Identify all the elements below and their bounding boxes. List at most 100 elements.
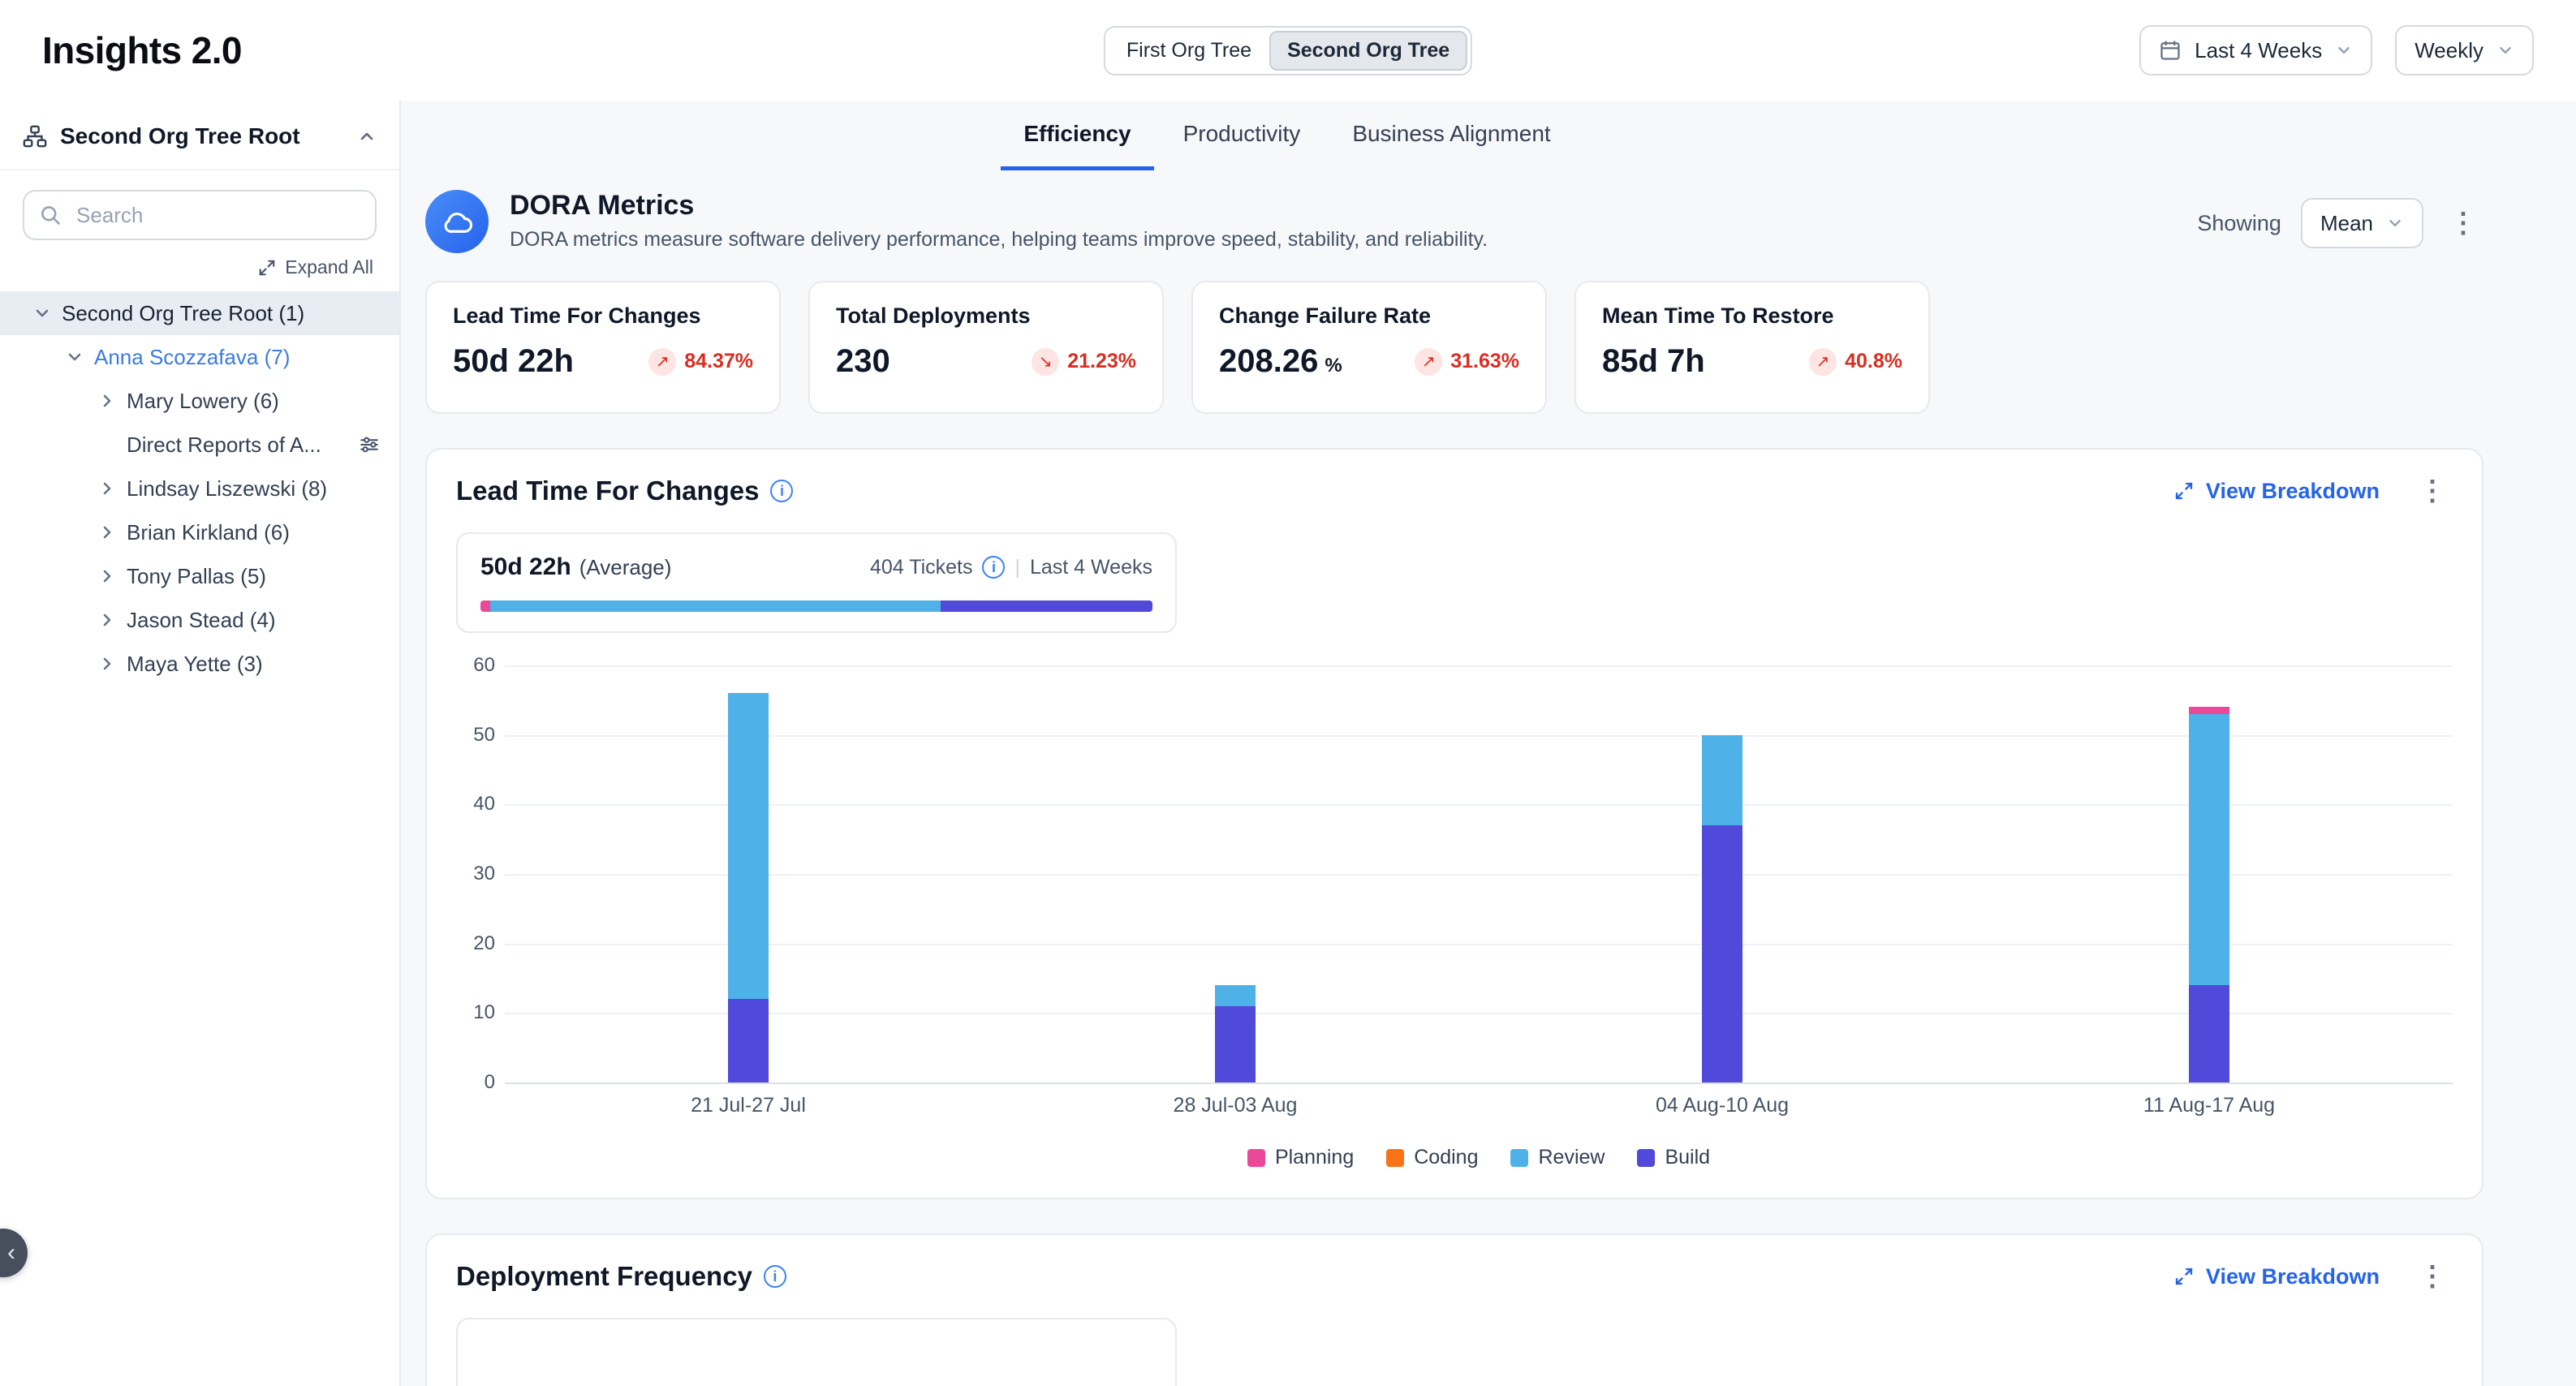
- y-axis-tick: 30: [450, 863, 495, 885]
- lead-time-title: Lead Time For Changes: [456, 476, 759, 506]
- header-controls: Last 4 Weeks Weekly: [2139, 25, 2534, 75]
- tab-business-alignment[interactable]: Business Alignment: [1329, 101, 1573, 170]
- org-toggle-first-org-tree[interactable]: First Org Tree: [1109, 31, 1269, 71]
- trend-value: 40.8%: [1845, 350, 1902, 373]
- metric-value: 230: [836, 343, 890, 380]
- info-icon[interactable]: i: [764, 1265, 786, 1288]
- tree-item-maya-yette-3[interactable]: Maya Yette (3): [0, 642, 399, 686]
- tree-item-brian-kirkland-6[interactable]: Brian Kirkland (6): [0, 510, 399, 554]
- lead-time-panel: Lead Time For Changes i View Breakdown ⋮…: [425, 448, 2483, 1199]
- tree-item-mary-lowery-6[interactable]: Mary Lowery (6): [0, 379, 399, 423]
- y-axis-tick: 50: [450, 724, 495, 747]
- lead-time-menu-icon[interactable]: ⋮: [2412, 477, 2453, 505]
- tab-productivity[interactable]: Productivity: [1161, 101, 1324, 170]
- trend-badge: ↗84.37%: [648, 348, 753, 376]
- view-breakdown-button[interactable]: View Breakdown: [2173, 1264, 2380, 1289]
- x-axis-label: 04 Aug-10 Aug: [1656, 1094, 1789, 1117]
- view-breakdown-label: View Breakdown: [2206, 1264, 2380, 1289]
- lead-time-panel-header: Lead Time For Changes i View Breakdown ⋮: [456, 476, 2453, 506]
- bar-segment-build: [728, 999, 769, 1083]
- aggregation-value: Mean: [2320, 211, 2373, 236]
- divider: |: [1014, 556, 1020, 579]
- y-axis-tick: 0: [450, 1071, 495, 1094]
- granularity-select[interactable]: Weekly: [2395, 25, 2534, 75]
- tree-item-anna-scozzafava-7[interactable]: Anna Scozzafava (7): [0, 335, 399, 379]
- tab-efficiency[interactable]: Efficiency: [1001, 101, 1153, 170]
- tree-item-tony-pallas-5[interactable]: Tony Pallas (5): [0, 554, 399, 598]
- expand-icon: [2173, 480, 2195, 501]
- lead-time-summary-card: 50d 22h (Average) 404 Tickets i | Last 4…: [456, 532, 1177, 633]
- calendar-icon: [2159, 39, 2182, 62]
- metric-value: 208.26%: [1219, 343, 1342, 380]
- chevron-down-icon: [2496, 41, 2514, 59]
- trend-up-arrow-icon: ↗: [1415, 348, 1442, 376]
- deployment-frequency-panel: Deployment Frequency i View Breakdown ⋮: [425, 1233, 2483, 1386]
- expand-icon: [2173, 1266, 2195, 1287]
- metric-card-lead-time-for-changes: Lead Time For Changes 50d 22h ↗84.37%: [425, 281, 781, 414]
- tree-item-label: Anna Scozzafava (7): [94, 345, 290, 370]
- metric-title: Lead Time For Changes: [453, 303, 753, 329]
- x-axis-label: 11 Aug-17 Aug: [2143, 1094, 2275, 1117]
- trend-down-arrow-icon: ↘: [1032, 348, 1059, 376]
- chevron-left-icon: ‹: [7, 1239, 15, 1267]
- chevron-down-icon: [2335, 41, 2353, 59]
- info-icon[interactable]: i: [770, 480, 793, 502]
- app-title: Insights 2.0: [42, 28, 242, 72]
- search-icon: [39, 203, 62, 233]
- legend-item-review: Review: [1510, 1146, 1605, 1169]
- org-toggle-second-org-tree[interactable]: Second Org Tree: [1269, 31, 1467, 71]
- gridline: [505, 804, 2453, 806]
- deployment-panel-header: Deployment Frequency i View Breakdown ⋮: [456, 1261, 2453, 1292]
- metric-value: 85d 7h: [1602, 343, 1705, 380]
- gridline: [505, 1083, 2453, 1084]
- metric-card-change-failure-rate: Change Failure Rate208.26%↗31.63%: [1191, 281, 1547, 414]
- tree-item-label: Jason Stead (4): [127, 608, 276, 633]
- metric-value: 50d 22h: [453, 343, 574, 380]
- period-select[interactable]: Last 4 Weeks: [2139, 25, 2372, 75]
- x-axis-label: 21 Jul-27 Jul: [691, 1094, 806, 1117]
- legend-item-planning: Planning: [1247, 1146, 1354, 1169]
- trend-badge: ↗31.63%: [1415, 348, 1519, 376]
- deployment-title: Deployment Frequency: [456, 1261, 752, 1292]
- legend-item-coding: Coding: [1386, 1146, 1478, 1169]
- tree-item-label: Mary Lowery (6): [127, 389, 279, 414]
- aggregation-select[interactable]: Mean: [2301, 198, 2423, 248]
- main-content: EfficiencyProductivityBusiness Alignment…: [401, 99, 2576, 1386]
- gridline: [505, 735, 2453, 737]
- y-axis-tick: 40: [450, 793, 495, 816]
- bar-segment-build: [1215, 1006, 1256, 1083]
- dora-logo-icon: [425, 190, 489, 253]
- trend-up-arrow-icon: ↗: [1809, 348, 1837, 376]
- dora-controls: Showing Mean ⋮: [2197, 198, 2483, 248]
- gridline: [505, 1013, 2453, 1014]
- deployment-menu-icon[interactable]: ⋮: [2412, 1263, 2453, 1290]
- tree-item-second-org-tree-root-1[interactable]: Second Org Tree Root (1): [0, 291, 399, 335]
- top-header: Insights 2.0 First Org TreeSecond Org Tr…: [0, 0, 2576, 101]
- info-icon[interactable]: i: [982, 556, 1005, 579]
- org-tree-toggle: First Org TreeSecond Org Tree: [1104, 26, 1472, 75]
- showing-label: Showing: [2197, 211, 2281, 236]
- tree-item-lindsay-liszewski-8[interactable]: Lindsay Liszewski (8): [0, 467, 399, 510]
- bar-segment-review: [1702, 735, 1742, 825]
- stacked-bar-28-jul-03-aug[interactable]: [1215, 985, 1256, 1083]
- org-tree: Second Org Tree Root (1) Anna Scozzafava …: [0, 291, 399, 686]
- tree-item-jason-stead-4[interactable]: Jason Stead (4): [0, 598, 399, 642]
- stacked-bar-04-aug-10-aug[interactable]: [1702, 735, 1742, 1083]
- chevron-down-icon: [32, 303, 52, 323]
- stackbar-segment-planning: [480, 600, 490, 612]
- chevron-down-icon: [2386, 214, 2404, 232]
- view-breakdown-label: View Breakdown: [2206, 479, 2380, 504]
- stacked-bar-11-aug-17-aug[interactable]: [2189, 707, 2229, 1083]
- chevron-right-icon: [97, 391, 117, 411]
- stacked-bar-21-jul-27-jul[interactable]: [728, 693, 769, 1083]
- dora-description: DORA metrics measure software delivery p…: [510, 228, 1488, 252]
- dora-text: DORA Metrics DORA metrics measure softwa…: [510, 190, 1488, 252]
- chart-legend: PlanningCodingReviewBuild: [505, 1146, 2453, 1169]
- expand-all-button[interactable]: Expand All: [26, 256, 373, 278]
- deployment-summary-card: [456, 1318, 1177, 1386]
- view-breakdown-button[interactable]: View Breakdown: [2173, 479, 2380, 504]
- filters-sliders-icon[interactable]: [359, 434, 380, 455]
- search-input[interactable]: [23, 190, 377, 240]
- tree-item-direct-reports-of-a[interactable]: Direct Reports of A...: [0, 423, 399, 467]
- dora-menu-icon[interactable]: ⋮: [2443, 209, 2483, 237]
